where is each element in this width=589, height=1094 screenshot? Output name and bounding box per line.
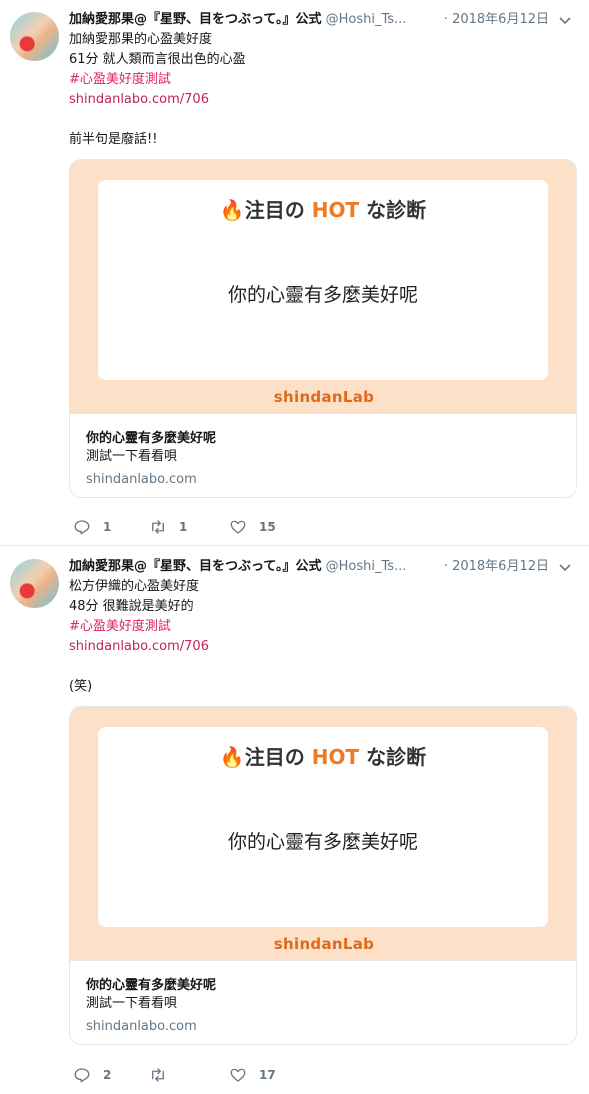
- retweet-icon: [152, 520, 164, 534]
- card-question: 你的心靈有多麼美好呢: [227, 284, 418, 306]
- tweet-date[interactable]: · 2018年6月12日: [444, 557, 549, 577]
- hashtag-link[interactable]: #心盈美好度測試: [69, 72, 171, 87]
- tweet-header: 加納愛那果@『星野、目をつぶって。』公式 @Hoshi_Ts... · 2018…: [69, 10, 579, 30]
- tweet-actions: 1 1 15: [69, 517, 469, 537]
- like-icon: [230, 1068, 246, 1082]
- card-description: 測試一下看看唄: [86, 449, 178, 464]
- brand-logo: shindanLab: [273, 388, 375, 406]
- card-image-panel: 🔥注目の HOT な診断 你的心靈有多麼美好呢: [98, 180, 548, 380]
- reply-icon: [74, 1068, 90, 1083]
- chevron-down-icon[interactable]: [557, 10, 573, 30]
- card-meta: 你的心靈有多麼美好呢 測試一下看看唄 shindanlabo.com: [70, 960, 576, 1044]
- card-title: 你的心靈有多麼美好呢: [86, 978, 217, 993]
- tweet[interactable]: 加納愛那果@『星野、目をつぶって。』公式 @Hoshi_Ts... · 2018…: [0, 547, 589, 1094]
- card-meta: 你的心靈有多麼美好呢 測試一下看看唄 shindanlabo.com: [70, 413, 576, 497]
- tweet-text-line: 前半句是廢話!!: [69, 132, 158, 147]
- card-image: 🔥注目の HOT な診断 你的心靈有多麼美好呢 shindanLab: [70, 707, 576, 960]
- hot-banner: 🔥注目の HOT な診断: [219, 745, 427, 769]
- display-name[interactable]: 加納愛那果@『星野、目をつぶって。』公式: [69, 12, 321, 27]
- card-image: 🔥注目の HOT な診断 你的心靈有多麼美好呢 shindanLab: [70, 160, 576, 413]
- tweet-text-line: (笑): [69, 679, 93, 694]
- chevron-down-icon[interactable]: [557, 557, 573, 577]
- reply-button[interactable]: 2: [73, 1065, 111, 1085]
- user-handle[interactable]: @Hoshi_Ts...: [326, 12, 407, 27]
- card-description: 測試一下看看唄: [86, 996, 178, 1011]
- tweet-text-line: 48分 很難說是美好的: [69, 599, 194, 614]
- avatar[interactable]: [10, 12, 59, 61]
- link-card[interactable]: 🔥注目の HOT な診断 你的心靈有多麼美好呢 shindanLab 你的心靈有…: [69, 706, 577, 1045]
- tweet-text-line: 61分 就人類而言很出色的心盈: [69, 52, 246, 67]
- tweet-text-line: 松方伊織的心盈美好度: [69, 579, 200, 594]
- brand-logo: shindanLab: [273, 935, 375, 953]
- url-link[interactable]: shindanlabo.com/706: [69, 92, 209, 107]
- link-card[interactable]: 🔥注目の HOT な診断 你的心靈有多麼美好呢 shindanLab 你的心靈有…: [69, 159, 577, 498]
- card-image-panel: 🔥注目の HOT な診断 你的心靈有多麼美好呢: [98, 727, 548, 927]
- tweet[interactable]: 加納愛那果@『星野、目をつぶって。』公式 @Hoshi_Ts... · 2018…: [0, 0, 589, 546]
- retweet-icon: [152, 1068, 164, 1082]
- card-question: 你的心靈有多麼美好呢: [227, 831, 418, 853]
- user-handle[interactable]: @Hoshi_Ts...: [326, 559, 407, 574]
- reply-count: 2: [103, 1068, 112, 1082]
- card-domain: shindanlabo.com: [86, 472, 197, 487]
- reply-icon: [74, 520, 90, 535]
- retweet-count: 1: [179, 520, 188, 534]
- like-button[interactable]: 17: [229, 1065, 276, 1085]
- reply-count: 1: [103, 520, 112, 534]
- display-name[interactable]: 加納愛那果@『星野、目をつぶって。』公式: [69, 559, 321, 574]
- url-link[interactable]: shindanlabo.com/706: [69, 639, 209, 654]
- reply-button[interactable]: 1: [73, 517, 111, 537]
- like-count: 15: [259, 520, 276, 534]
- hot-banner: 🔥注目の HOT な診断: [219, 198, 427, 222]
- tweet-text-line: 加納愛那果的心盈美好度: [69, 32, 213, 47]
- like-button[interactable]: 15: [229, 517, 276, 537]
- tweet-date[interactable]: · 2018年6月12日: [444, 10, 549, 30]
- like-count: 17: [259, 1068, 276, 1082]
- hashtag-link[interactable]: #心盈美好度測試: [69, 619, 171, 634]
- tweet-actions: 2 17: [69, 1065, 469, 1085]
- retweet-button[interactable]: [149, 1065, 179, 1085]
- flame-icon: 🔥: [219, 745, 245, 769]
- card-title: 你的心靈有多麼美好呢: [86, 431, 217, 446]
- avatar[interactable]: [10, 559, 59, 608]
- flame-icon: 🔥: [219, 198, 245, 222]
- tweet-header: 加納愛那果@『星野、目をつぶって。』公式 @Hoshi_Ts... · 2018…: [69, 557, 579, 577]
- like-icon: [230, 520, 246, 534]
- retweet-button[interactable]: 1: [149, 517, 187, 537]
- card-domain: shindanlabo.com: [86, 1019, 197, 1034]
